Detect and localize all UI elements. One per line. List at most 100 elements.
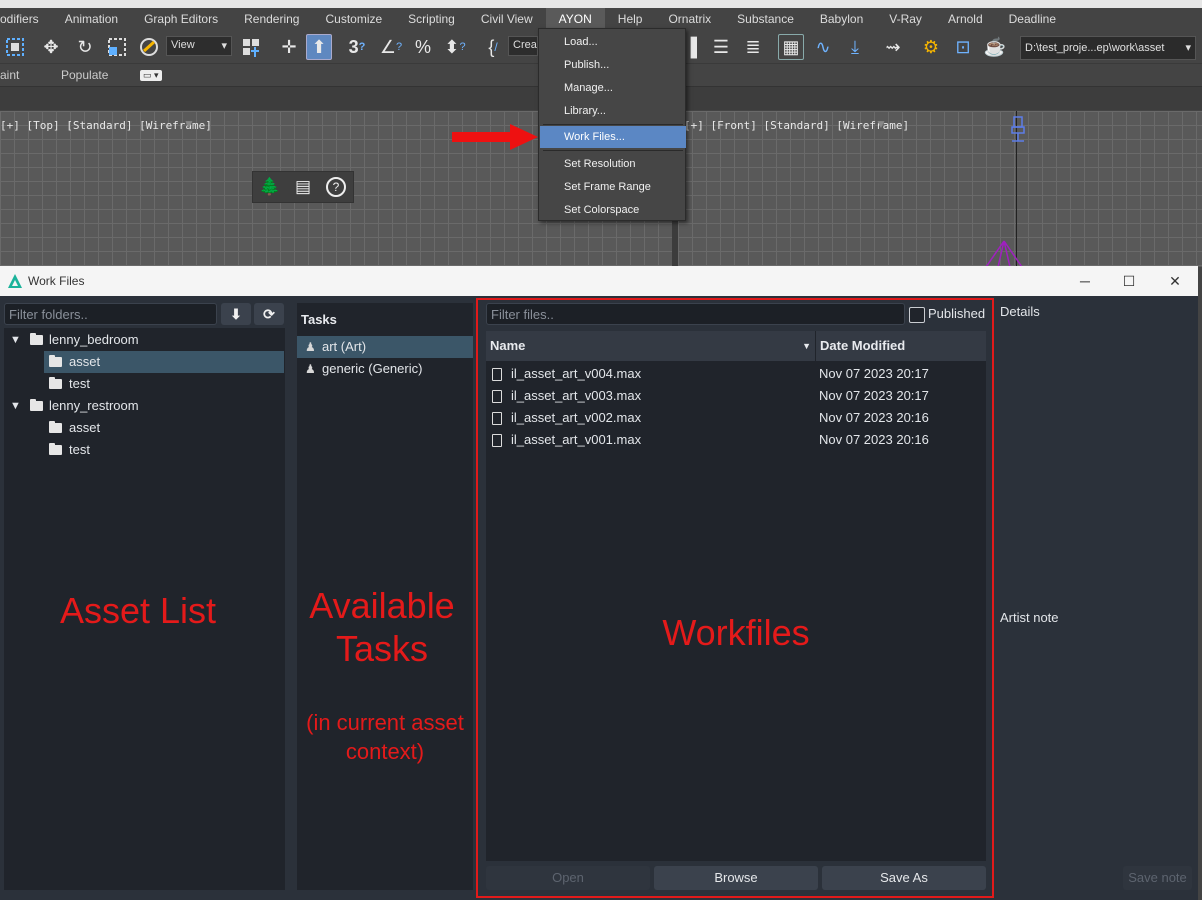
folder-label: lenny_bedroom xyxy=(49,332,139,347)
folder-label: test xyxy=(69,376,90,391)
edit-named-selection-icon[interactable]: {/ xyxy=(480,34,506,60)
task-label: generic (Generic) xyxy=(322,361,423,376)
render-frame-icon[interactable]: ⊡ xyxy=(950,34,976,60)
tree-populate-icon[interactable]: 🌲 xyxy=(258,175,282,199)
menu-help[interactable]: Help xyxy=(605,8,656,30)
folder-lenny-restroom[interactable]: ▼ lenny_restroom xyxy=(4,395,285,417)
ribbon-options-icon[interactable]: ▭ ▾ xyxy=(140,70,162,81)
menu-ornatrix[interactable]: Ornatrix xyxy=(655,8,724,30)
move-icon[interactable]: ✥ xyxy=(38,34,64,60)
percent-snap-icon[interactable]: % xyxy=(410,34,436,60)
chevron-down-icon: ▾ xyxy=(1185,42,1191,54)
menu-vray[interactable]: V-Ray xyxy=(876,8,935,30)
menu-modifiers[interactable]: odifiers xyxy=(0,8,52,30)
select-region-icon[interactable] xyxy=(2,34,28,60)
curve-editor-icon[interactable]: ∿ xyxy=(810,34,836,60)
filter-folders-input[interactable]: Filter folders.. xyxy=(4,303,217,325)
workfiles-highlight-frame xyxy=(476,298,994,898)
manipulate-icon[interactable]: ✛ xyxy=(276,34,302,60)
annotation-asset-list: Asset List xyxy=(60,590,217,631)
menu-item-set-colorspace[interactable]: Set Colorspace xyxy=(540,199,686,221)
mirror-icon[interactable]: ▌ xyxy=(684,34,710,60)
scene-explorer-icon[interactable]: ≣ xyxy=(740,34,766,60)
expand-folders-button[interactable]: ⬇ xyxy=(221,303,251,325)
named-selection-select[interactable]: Crea xyxy=(508,36,538,56)
save-note-button[interactable]: Save note xyxy=(1123,866,1192,890)
viewport-filter-icon[interactable]: ▼ xyxy=(183,117,195,131)
menu-arnold[interactable]: Arnold xyxy=(935,8,996,30)
title-strip xyxy=(0,0,1202,8)
folder-lenny-bedroom-asset[interactable]: asset xyxy=(44,351,284,373)
keyboard-shortcut-icon[interactable]: ⬆ xyxy=(306,34,332,60)
ribbon-tab-paint[interactable]: aint xyxy=(0,68,19,82)
viewport-filter-icon[interactable]: ▼ xyxy=(875,117,887,131)
material-editor-icon[interactable]: ⇝ xyxy=(880,34,906,60)
pivot-icon[interactable] xyxy=(238,34,264,60)
menu-customize[interactable]: Customize xyxy=(312,8,395,30)
rotate-icon[interactable]: ↻ xyxy=(72,34,98,60)
camera-object-icon xyxy=(1011,116,1025,142)
task-art[interactable]: ♟ art (Art) xyxy=(297,336,473,358)
ribbon-tab-populate[interactable]: Populate xyxy=(61,68,108,82)
menu-item-set-resolution[interactable]: Set Resolution xyxy=(540,153,686,175)
person-icon: ♟ xyxy=(305,362,316,376)
project-path-field[interactable]: D:\test_proje...ep\work\asset ▾ xyxy=(1020,36,1196,60)
menu-deadline[interactable]: Deadline xyxy=(996,8,1069,30)
menu-item-library[interactable]: Library... xyxy=(540,100,686,122)
ribbon-toggle-icon[interactable]: ▦ xyxy=(778,34,804,60)
menu-separator xyxy=(543,124,683,125)
refresh-icon: ⟳ xyxy=(263,305,275,322)
cone-object-icon xyxy=(985,240,1023,267)
angle-snap-icon[interactable]: ∠? xyxy=(378,34,404,60)
menu-babylon[interactable]: Babylon xyxy=(807,8,876,30)
menu-graph-editors[interactable]: Graph Editors xyxy=(131,8,231,30)
menu-item-manage[interactable]: Manage... xyxy=(540,77,686,99)
schematic-view-icon[interactable]: ⤓ xyxy=(842,34,868,60)
menu-rendering[interactable]: Rendering xyxy=(231,8,312,30)
render-icon[interactable]: ☕ xyxy=(982,34,1008,60)
arrow-down-icon: ⬇ xyxy=(230,305,242,322)
refresh-folders-button[interactable]: ⟳ xyxy=(254,303,284,325)
chevron-down-icon[interactable]: ▼ xyxy=(10,395,22,417)
selection-filter-icon[interactable] xyxy=(136,34,162,60)
folder-icon xyxy=(49,355,62,367)
menu-civil-view[interactable]: Civil View xyxy=(468,8,546,30)
folder-lenny-bedroom[interactable]: ▼ lenny_bedroom xyxy=(4,329,285,351)
render-setup-icon[interactable]: ⚙ xyxy=(918,34,944,60)
viewport-top-label[interactable]: [+] [Top] [Standard] [Wireframe] xyxy=(0,119,212,132)
menu-substance[interactable]: Substance xyxy=(724,8,807,30)
artist-note-label: Artist note xyxy=(1000,610,1059,625)
folder-lenny-bedroom-test[interactable]: test xyxy=(44,373,284,395)
folder-icon xyxy=(49,377,62,389)
menu-item-publish[interactable]: Publish... xyxy=(540,54,686,76)
spinner-snap-icon[interactable]: ⬍? xyxy=(442,34,468,60)
tasks-header: Tasks xyxy=(301,312,337,327)
menu-scripting[interactable]: Scripting xyxy=(395,8,468,30)
maximize-icon[interactable]: ☐ xyxy=(1114,270,1144,292)
scale-icon[interactable] xyxy=(104,34,130,60)
layer-explorer-icon[interactable]: ☰ xyxy=(708,34,734,60)
list-icon[interactable]: ▤ xyxy=(291,175,315,199)
menu-ayon[interactable]: AYON xyxy=(545,8,605,30)
annotation-context-line1: (in current asset xyxy=(306,710,464,735)
chevron-down-icon[interactable]: ▼ xyxy=(10,329,22,351)
menu-animation[interactable]: Animation xyxy=(52,8,131,30)
menu-item-set-frame-range[interactable]: Set Frame Range xyxy=(540,176,686,198)
help-icon[interactable]: ? xyxy=(324,175,348,199)
menu-item-load[interactable]: Load... xyxy=(540,31,686,53)
folder-lenny-restroom-asset[interactable]: asset xyxy=(44,417,284,439)
populate-floating-toolbar: 🌲 ▤ ? xyxy=(252,171,354,203)
folder-lenny-restroom-test[interactable]: test xyxy=(44,439,284,461)
minimize-icon[interactable]: ─ xyxy=(1070,270,1100,292)
annotation-workfiles: Workfiles xyxy=(662,612,810,653)
reference-coordinate-select[interactable]: View ▾ xyxy=(166,36,232,56)
annotation-tasks: Tasks xyxy=(335,628,429,669)
chevron-down-icon: ▾ xyxy=(221,40,227,52)
folder-icon xyxy=(30,399,43,411)
close-icon[interactable]: ✕ xyxy=(1160,270,1190,292)
snap-icon[interactable]: 3? xyxy=(344,34,370,60)
viewport-front[interactable]: [+] [Front] [Standard] [Wireframe] ▼ xyxy=(678,111,1202,267)
menu-item-work-files[interactable]: Work Files... xyxy=(540,126,686,148)
ayon-logo-icon xyxy=(8,274,22,288)
task-generic[interactable]: ♟ generic (Generic) xyxy=(297,358,473,380)
